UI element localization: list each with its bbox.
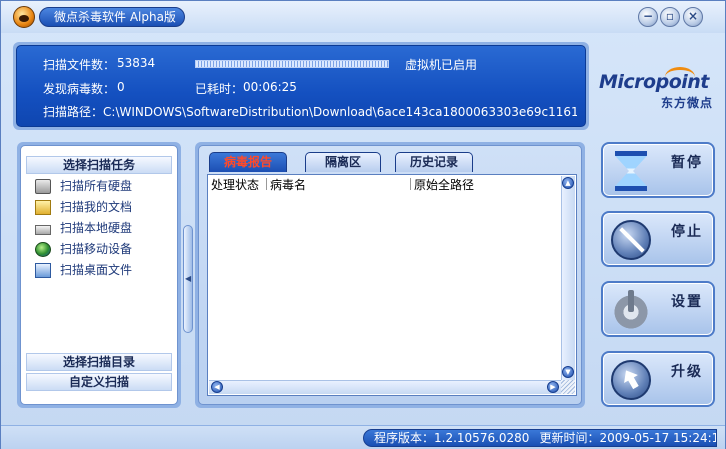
brand-logo: Micropoint 东方微点 <box>599 63 721 113</box>
collapse-arrow-icon[interactable]: ◀ <box>185 274 191 283</box>
elapsed-label: 已耗时： <box>195 82 244 96</box>
title-bar[interactable]: 微点杀毒软件 Alpha版 − ▫ × <box>1 1 725 33</box>
files-scanned-value: 53834 <box>117 56 156 70</box>
scan-path-value: C:\WINDOWS\SoftwareDistribution\Download… <box>103 105 577 119</box>
scan-progress-bar <box>195 60 389 68</box>
all-drives-icon <box>35 179 51 194</box>
settings-label: 设置 <box>671 294 703 310</box>
column-header-status[interactable]: 处理状态 <box>211 177 259 193</box>
task-scan-desktop[interactable]: 扫描桌面文件 <box>35 260 132 280</box>
tab-virus-report[interactable]: 病毒报告 <box>209 152 287 172</box>
task-label: 扫描本地硬盘 <box>60 221 133 235</box>
viruses-found-value: 0 <box>117 80 125 94</box>
column-header-original-path[interactable]: 原始全路径 <box>414 177 474 193</box>
task-scan-my-documents[interactable]: 扫描我的文档 <box>35 197 132 217</box>
task-label: 扫描移动设备 <box>60 242 133 256</box>
minimize-button[interactable]: − <box>638 7 658 27</box>
hourglass-icon <box>615 151 647 191</box>
settings-button[interactable]: 设置 <box>601 281 715 337</box>
scan-status-panel: 扫描文件数： 53834 虚拟机已启用 发现病毒数： 0 已耗时： 00:06:… <box>16 45 586 127</box>
scan-path-label: 扫描路径： <box>43 105 104 119</box>
scroll-right-icon[interactable]: ▶ <box>547 381 559 393</box>
horizontal-scrollbar[interactable]: ◀ ▶ <box>209 380 561 394</box>
column-divider[interactable] <box>266 178 267 190</box>
scroll-down-icon[interactable]: ▼ <box>562 366 574 378</box>
task-scan-removable[interactable]: 扫描移动设备 <box>35 239 132 259</box>
pause-label: 暂停 <box>671 155 703 171</box>
update-time-value: 2009-05-17 15:24:19 <box>599 431 717 445</box>
local-drive-icon <box>35 224 51 235</box>
version-info: 程序版本：1.2.10576.0280 更新时间：2009-05-17 15:24… <box>363 429 717 447</box>
scan-status-frame: 扫描文件数： 53834 虚拟机已启用 发现病毒数： 0 已耗时： 00:06:… <box>13 42 589 130</box>
close-button[interactable]: × <box>683 7 703 27</box>
select-scan-directory-header[interactable]: 选择扫描目录 <box>26 353 172 371</box>
my-documents-icon <box>35 200 51 215</box>
removable-device-icon <box>35 242 51 257</box>
elapsed-value: 00:06:25 <box>243 80 297 94</box>
report-panel: 病毒报告 隔离区 历史记录 处理状态 病毒名 原始全路径 ▲ ▼ ◀ ▶ <box>195 142 585 408</box>
task-label: 扫描我的文档 <box>60 200 133 214</box>
main-window: 微点杀毒软件 Alpha版 − ▫ × 扫描文件数： 53834 虚拟机已启用 … <box>0 0 726 449</box>
status-bar: 程序版本：1.2.10576.0280 更新时间：2009-05-17 15:24… <box>1 425 725 449</box>
update-time-label: 更新时间： <box>539 431 600 445</box>
window-title: 微点杀毒软件 Alpha版 <box>39 7 185 27</box>
vm-status-text: 虚拟机已启用 <box>405 58 478 72</box>
desktop-files-icon <box>35 263 51 278</box>
scan-task-panel: 选择扫描任务 扫描所有硬盘 扫描我的文档 扫描本地硬盘 扫描移动设备 扫描桌面文… <box>17 142 181 408</box>
upgrade-button[interactable]: 升级 <box>601 351 715 407</box>
stop-button[interactable]: 停止 <box>601 211 715 267</box>
pause-button[interactable]: 暂停 <box>601 142 715 198</box>
task-scan-all-drives[interactable]: 扫描所有硬盘 <box>35 176 132 196</box>
scan-path: 扫描路径：C:\WINDOWS\SoftwareDistribution\Dow… <box>43 103 577 120</box>
app-logo-icon[interactable] <box>13 6 35 28</box>
upgrade-label: 升级 <box>671 364 703 380</box>
stop-label: 停止 <box>671 224 703 240</box>
gear-icon <box>611 290 651 330</box>
column-header-virus-name[interactable]: 病毒名 <box>270 177 306 193</box>
version-value: 1.2.10576.0280 <box>434 431 530 445</box>
column-divider[interactable] <box>410 178 411 190</box>
task-label: 扫描所有硬盘 <box>60 179 133 193</box>
vertical-scrollbar[interactable]: ▲ ▼ <box>561 176 575 380</box>
viruses-found-label: 发现病毒数： <box>43 82 116 96</box>
resize-grip-icon[interactable] <box>561 380 575 394</box>
version-label: 程序版本： <box>374 431 435 445</box>
panel-splitter[interactable]: ◀ <box>183 225 193 333</box>
files-scanned-label: 扫描文件数： <box>43 58 116 72</box>
task-scan-local-drive[interactable]: 扫描本地硬盘 <box>35 218 132 238</box>
select-scan-task-header[interactable]: 选择扫描任务 <box>26 156 172 174</box>
virus-report-list[interactable]: 处理状态 病毒名 原始全路径 ▲ ▼ ◀ ▶ <box>207 174 577 396</box>
stop-icon <box>611 220 651 260</box>
brand-wordmark: Micropoint <box>599 71 709 93</box>
tab-quarantine[interactable]: 隔离区 <box>305 152 381 172</box>
scroll-left-icon[interactable]: ◀ <box>211 381 223 393</box>
scroll-up-icon[interactable]: ▲ <box>562 177 574 189</box>
custom-scan-header[interactable]: 自定义扫描 <box>26 373 172 391</box>
maximize-button[interactable]: ▫ <box>660 7 680 27</box>
tab-history[interactable]: 历史记录 <box>395 152 473 172</box>
upgrade-arrow-icon <box>611 360 651 400</box>
task-label: 扫描桌面文件 <box>60 263 133 277</box>
brand-chinese-name: 东方微点 <box>661 96 714 110</box>
